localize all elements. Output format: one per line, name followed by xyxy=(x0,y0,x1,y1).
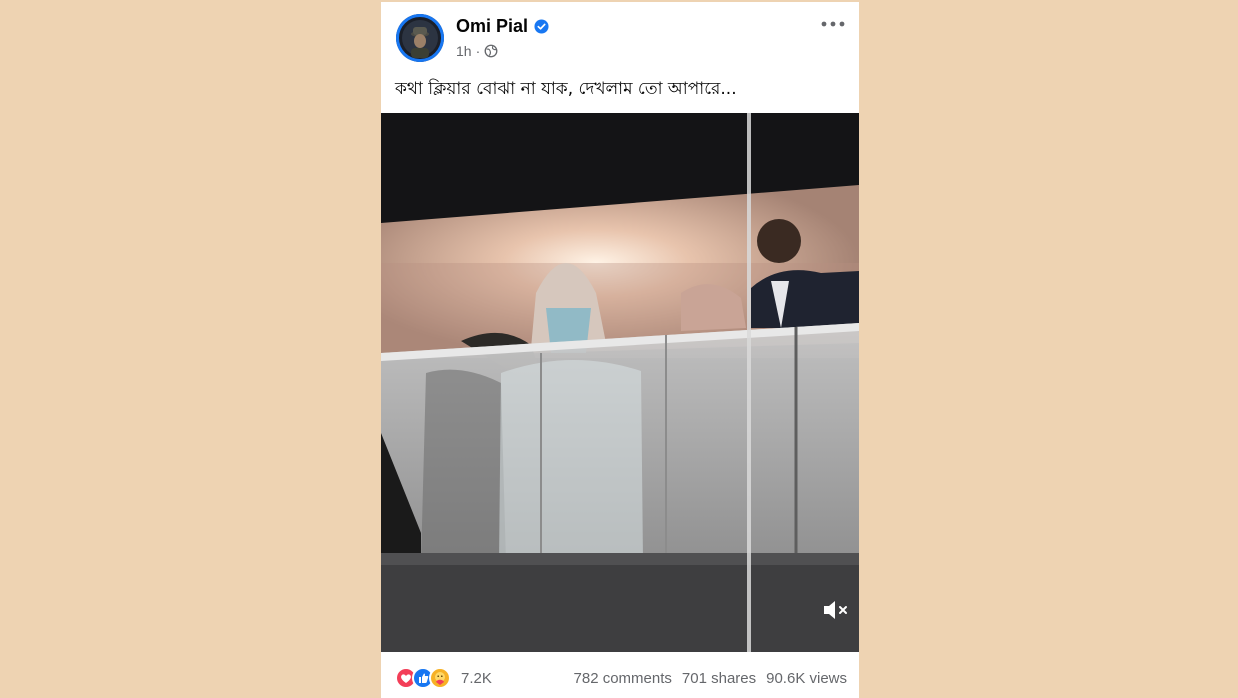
meta-separator: · xyxy=(475,43,481,59)
more-options-icon[interactable] xyxy=(819,14,847,34)
globe-icon xyxy=(484,44,498,58)
care-reaction-icon xyxy=(429,667,451,689)
shares-count[interactable]: 701 shares xyxy=(682,670,756,687)
author-avatar[interactable] xyxy=(396,14,444,62)
muted-speaker-icon[interactable] xyxy=(821,598,851,622)
comments-count[interactable]: 782 comments xyxy=(574,670,672,687)
post-header: Omi Pial 1h · কথা ক্লিয়ার বোঝা না যাক, … xyxy=(381,2,859,114)
reaction-icons[interactable] xyxy=(395,667,451,689)
video-frame xyxy=(381,113,859,652)
reactions-count[interactable]: 7.2K xyxy=(461,670,492,687)
engagement-stats: 782 comments 701 shares 90.6K views xyxy=(574,670,847,687)
post-video[interactable] xyxy=(381,113,859,652)
author-name[interactable]: Omi Pial xyxy=(456,16,528,37)
facebook-post-card: Omi Pial 1h · কথা ক্লিয়ার বোঝা না যাক, … xyxy=(381,2,859,698)
views-count: 90.6K views xyxy=(766,670,847,687)
verified-badge-icon xyxy=(534,19,549,34)
post-caption: কথা ক্লিয়ার বোঝা না যাক, দেখলাম তো আপার… xyxy=(395,79,737,99)
post-time[interactable]: 1h xyxy=(456,43,472,59)
